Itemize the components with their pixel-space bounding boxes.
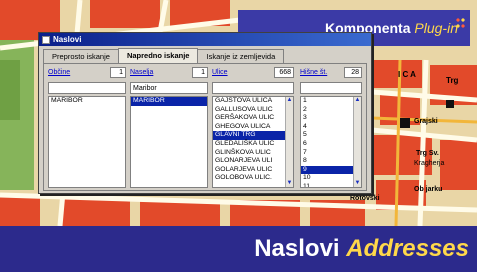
naselja-filter-input[interactable]: Maribor [130, 82, 208, 94]
logo-dots-icon [456, 18, 466, 28]
ulice-label[interactable]: Ulice [212, 69, 228, 76]
list-item[interactable]: 1 [301, 97, 361, 106]
advanced-search-panel: Občine 1 MARIBOR Naselja 1 Maribor MARIB… [43, 63, 367, 191]
hisne-list[interactable]: 1 2 3 4 5 6 7 8 9 10 11 ▲ ▼ [300, 96, 362, 188]
naslovi-window: Naslovi Preprosto iskanje Napredno iskan… [38, 32, 372, 194]
footer-title-em: Addresses [346, 235, 469, 262]
window-title: Naslovi [53, 35, 82, 44]
list-item[interactable]: GOLARJEVA ULIC [213, 166, 293, 175]
hisne-label[interactable]: Hišne št. [300, 69, 327, 76]
list-item[interactable]: MARIBOR [131, 97, 207, 106]
map-label-grajski: Grajski [414, 118, 438, 125]
obcine-filter-input[interactable] [48, 82, 126, 94]
map-label-kragherja: Kragherja [414, 160, 445, 167]
tab-strip: Preprosto iskanje Napredno iskanje Iskan… [43, 48, 285, 63]
scroll-down-icon[interactable]: ▼ [286, 180, 293, 187]
ulice-filter-input[interactable] [212, 82, 294, 94]
obcine-list[interactable]: MARIBOR [48, 96, 126, 188]
ulice-scrollbar[interactable]: ▲ ▼ [285, 97, 293, 187]
map-label-trg: Trg [446, 76, 459, 85]
map-label-ica: I C A [398, 70, 416, 79]
ulice-count: 668 [274, 67, 294, 78]
obcine-count: 1 [110, 67, 126, 78]
footer-banner: Naslovi Addresses [0, 226, 477, 272]
list-item[interactable]: GAJŠTOVA ULICA [213, 97, 293, 106]
map-label-trg-sv: Trg Sv. [416, 150, 439, 157]
list-item[interactable]: 4 [301, 123, 361, 132]
map-label-ob-jarku: Ob jarku [414, 186, 443, 193]
list-item[interactable]: GLONARJEVA ULI [213, 157, 293, 166]
tab-advanced-search[interactable]: Napredno iskanje [117, 48, 199, 63]
banner-title-em: Plug-in [414, 20, 458, 36]
tab-simple-search[interactable]: Preprosto iskanje [43, 49, 119, 63]
hisne-scrollbar[interactable]: ▲ ▼ [353, 97, 361, 187]
list-item[interactable]: MARIBOR [49, 97, 125, 106]
hisne-count: 28 [344, 67, 362, 78]
list-item[interactable]: 10 [301, 174, 361, 183]
scroll-down-icon[interactable]: ▼ [354, 180, 361, 187]
list-item[interactable]: GALLUSOVA ULIC [213, 106, 293, 115]
list-item[interactable]: GOLOBOVA ULIC. [213, 174, 293, 183]
list-item[interactable]: GERŠAKOVA ULIC [213, 114, 293, 123]
list-item[interactable]: 7 [301, 149, 361, 158]
window-titlebar[interactable]: Naslovi [39, 33, 371, 46]
list-item[interactable]: 8 [301, 157, 361, 166]
naselja-label[interactable]: Naselja [130, 69, 153, 76]
tab-map-search[interactable]: Iskanje iz zemljevida [197, 49, 285, 63]
window-system-icon[interactable] [42, 35, 50, 44]
list-item[interactable]: 2 [301, 106, 361, 115]
ulice-list[interactable]: GAJŠTOVA ULICA GALLUSOVA ULIC GERŠAKOVA … [212, 96, 294, 188]
map-label-rotovski: Rotovški [350, 195, 380, 202]
list-item[interactable]: GLINŠKOVA ULIC [213, 149, 293, 158]
list-item[interactable]: 3 [301, 114, 361, 123]
list-item[interactable]: GHEGOVA ULICA [213, 123, 293, 132]
list-item[interactable]: GLAVNI TRG [213, 131, 293, 140]
footer-title-main: Naslovi [254, 235, 347, 262]
list-item[interactable]: 11 [301, 183, 361, 187]
footer-title: Naslovi Addresses [254, 235, 469, 263]
obcine-label[interactable]: Občine [48, 69, 70, 76]
naselja-count: 1 [192, 67, 208, 78]
list-item[interactable]: 5 [301, 131, 361, 140]
hisne-filter-input[interactable] [300, 82, 362, 94]
scroll-up-icon[interactable]: ▲ [354, 97, 361, 104]
list-item[interactable]: 9 [301, 165, 361, 175]
scroll-up-icon[interactable]: ▲ [286, 97, 293, 104]
list-item[interactable]: 6 [301, 140, 361, 149]
naselja-list[interactable]: MARIBOR [130, 96, 208, 188]
list-item[interactable]: GLEDALIŠKA ULIC [213, 140, 293, 149]
